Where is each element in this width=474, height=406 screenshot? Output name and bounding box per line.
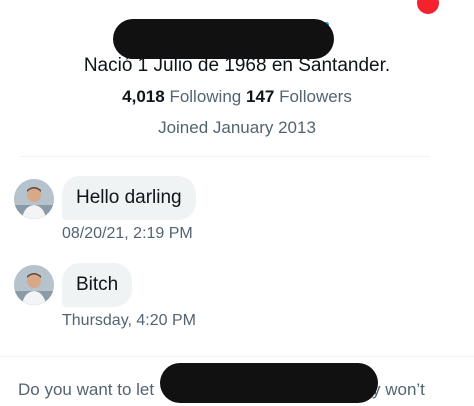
followers-label: Followers: [279, 87, 352, 106]
dm-conversation-screen: Nació 1 Julio de 1968 en Santander. 4,01…: [0, 0, 474, 406]
joined-date: Joined January 2013: [158, 118, 316, 137]
message-request-prompt-end: y won’t: [372, 380, 425, 399]
redacted-prompt-name: [160, 363, 378, 403]
avatar-icon[interactable]: [14, 265, 54, 305]
message-request-prompt: Do you want to let: [18, 380, 155, 399]
followers-count: 147: [245, 87, 275, 106]
redacted-profile-name: [113, 19, 334, 59]
following-label: Following: [169, 87, 242, 106]
avatar-icon[interactable]: [14, 179, 54, 219]
request-divider: [0, 356, 474, 357]
notification-dot-icon: [417, 0, 439, 14]
message-bubble[interactable]: Bitch: [62, 263, 133, 307]
header-divider: [20, 156, 430, 157]
following-link[interactable]: 4,018 Following: [122, 87, 241, 106]
followers-link[interactable]: 147 Followers: [246, 87, 352, 106]
message-timestamp: 08/20/21, 2:19 PM: [62, 225, 193, 242]
profile-stats: 4,018 Following 147 Followers: [0, 87, 474, 107]
following-count: 4,018: [122, 87, 165, 106]
message-bubble[interactable]: Hello darling: [62, 176, 196, 220]
message-timestamp: Thursday, 4:20 PM: [62, 312, 196, 329]
